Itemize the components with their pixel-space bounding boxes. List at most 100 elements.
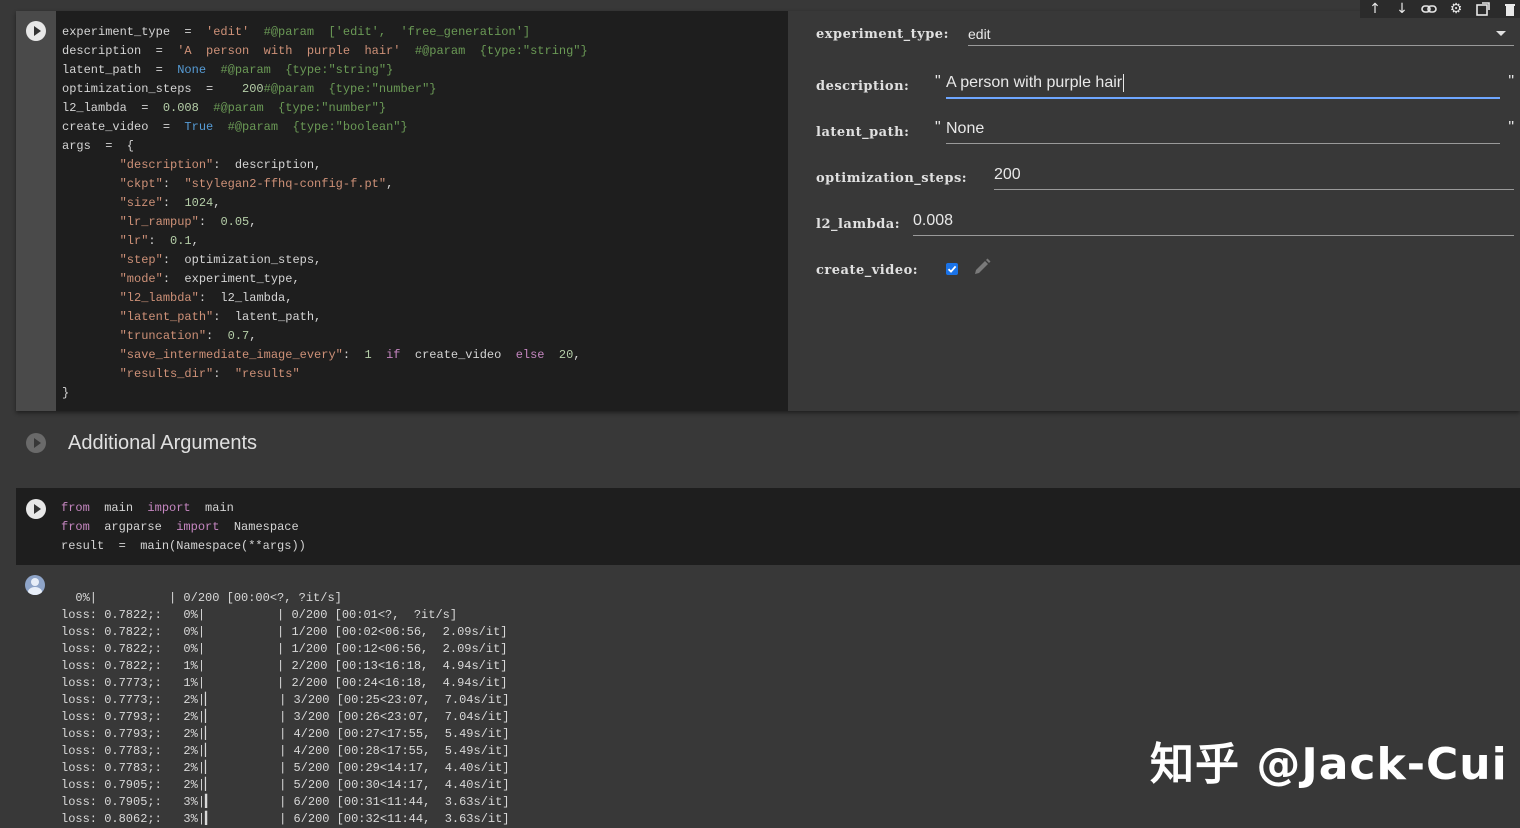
code-token: "lr" — [119, 234, 149, 248]
cell-toolbar: ↑ ↓ ⚙ — [1360, 0, 1520, 18]
code-token: 0.008 — [162, 101, 199, 115]
create-video-checkbox[interactable] — [946, 263, 958, 275]
run-cell-button[interactable] — [26, 21, 46, 41]
code-token: : — [213, 367, 235, 381]
code-token: "description" — [119, 158, 214, 172]
code-line: "latent_path": latent_path, — [62, 308, 588, 327]
code-token: args = { — [62, 139, 135, 153]
code-token: #@param ['edit', 'free_generation'] — [263, 25, 531, 39]
code-text[interactable]: experiment_type = 'edit' #@param ['edit'… — [62, 23, 588, 403]
code-token: main — [190, 501, 234, 515]
code-token: "size" — [119, 196, 163, 210]
latent-path-input[interactable]: None — [946, 120, 984, 138]
code-token: 200 — [242, 82, 264, 96]
code-token: : — [162, 196, 185, 210]
code-text[interactable]: from main import main from argparse impor… — [61, 499, 306, 556]
underline-focused — [946, 97, 1500, 99]
arrow-up-icon[interactable]: ↑ — [1365, 0, 1385, 18]
code-token: create_video — [400, 348, 516, 362]
code-token: 'A person with purple hair' — [177, 44, 401, 58]
output-line: loss: 0.7793;: 2%|▏ | 4/200 [00:27<17:55… — [61, 727, 510, 741]
run-section-button[interactable] — [26, 433, 46, 453]
code-cell[interactable]: from main import main from argparse impor… — [16, 488, 1520, 565]
code-line: l2_lambda = 0.008 #@param {type:"number"… — [62, 99, 588, 118]
optimization-steps-row: optimization_steps: 200 — [816, 161, 1514, 190]
code-line: "lr_rampup": 0.05, — [62, 213, 588, 232]
open-quote: " — [935, 119, 941, 136]
section-title: Additional Arguments — [68, 432, 258, 454]
output-avatar-icon[interactable] — [25, 575, 45, 595]
underline — [913, 235, 1514, 236]
code-token: #@param {type:"string"} — [414, 44, 588, 58]
trash-icon[interactable] — [1500, 0, 1520, 18]
output-line: loss: 0.7822;: 0%| | 1/200 [00:12<06:56,… — [61, 642, 508, 656]
code-line: result = main(Namespace(**args)) — [61, 537, 306, 556]
create-video-row: create_video: — [816, 253, 1514, 281]
cell-gutter — [16, 11, 56, 411]
code-line: experiment_type = 'edit' #@param ['edit'… — [62, 23, 588, 42]
code-token: : experiment_type, — [162, 272, 300, 286]
code-token: } — [62, 386, 70, 400]
code-line: "truncation": 0.7, — [62, 327, 588, 346]
text-cursor — [1123, 74, 1124, 92]
code-token: "ckpt" — [119, 177, 163, 191]
code-token: 'edit' — [206, 25, 250, 39]
code-token: : — [162, 177, 185, 191]
code-token: : — [198, 215, 221, 229]
open-in-new-icon[interactable] — [1473, 0, 1493, 18]
l2-lambda-label: l2_lambda: — [816, 217, 901, 232]
gear-icon[interactable]: ⚙ — [1446, 0, 1466, 18]
code-line: create_video = True #@param {type:"boole… — [62, 118, 588, 137]
create-video-label: create_video: — [816, 263, 919, 278]
code-line: "description": description, — [62, 156, 588, 175]
experiment-type-select[interactable]: edit — [968, 26, 991, 42]
output-line: loss: 0.7773;: 1%| | 2/200 [00:24<16:18,… — [61, 676, 508, 690]
link-icon[interactable] — [1419, 0, 1439, 18]
code-line: args = { — [62, 137, 588, 156]
code-token: latent_path = — [62, 63, 178, 77]
description-input[interactable]: A person with purple hair — [946, 74, 1122, 92]
code-line: "size": 1024, — [62, 194, 588, 213]
code-token: : — [148, 234, 171, 248]
open-quote: " — [935, 73, 941, 90]
pencil-icon[interactable] — [972, 257, 992, 281]
code-token: "latent_path" — [119, 310, 214, 324]
code-line: "lr": 0.1, — [62, 232, 588, 251]
code-line: latent_path = None #@param {type:"string… — [62, 61, 588, 80]
code-token: "results" — [234, 367, 300, 381]
code-line: optimization_steps = 200#@param {type:"n… — [62, 80, 588, 99]
code-token: 20 — [558, 348, 574, 362]
code-token: "save_intermediate_image_every" — [119, 348, 343, 362]
run-cell-button[interactable] — [26, 499, 46, 519]
code-token: "truncation" — [119, 329, 207, 343]
optimization-steps-input[interactable]: 200 — [994, 166, 1021, 184]
code-token: 1 — [364, 348, 372, 362]
code-token: 0.1 — [170, 234, 192, 248]
l2-lambda-input[interactable]: 0.008 — [913, 212, 953, 230]
code-token: result = main(Namespace(**args)) — [61, 539, 306, 553]
code-token: "lr_rampup" — [119, 215, 199, 229]
close-quote: " — [1508, 73, 1514, 90]
code-token: if — [386, 348, 401, 362]
code-line: "results_dir": "results" — [62, 365, 588, 384]
arrow-down-icon[interactable]: ↓ — [1392, 0, 1412, 18]
code-token: import — [176, 520, 220, 534]
code-token: "step" — [119, 253, 163, 267]
code-token: optimization_steps = — [62, 82, 243, 96]
code-token: None — [177, 63, 207, 77]
code-token: "mode" — [119, 272, 163, 286]
code-editor[interactable]: experiment_type = 'edit' #@param ['edit'… — [56, 11, 788, 411]
chevron-down-icon[interactable] — [1496, 31, 1506, 36]
output-line: loss: 0.7783;: 2%|▏ | 5/200 [00:29<14:17… — [61, 761, 510, 775]
code-token: : optimization_steps, — [162, 253, 322, 267]
